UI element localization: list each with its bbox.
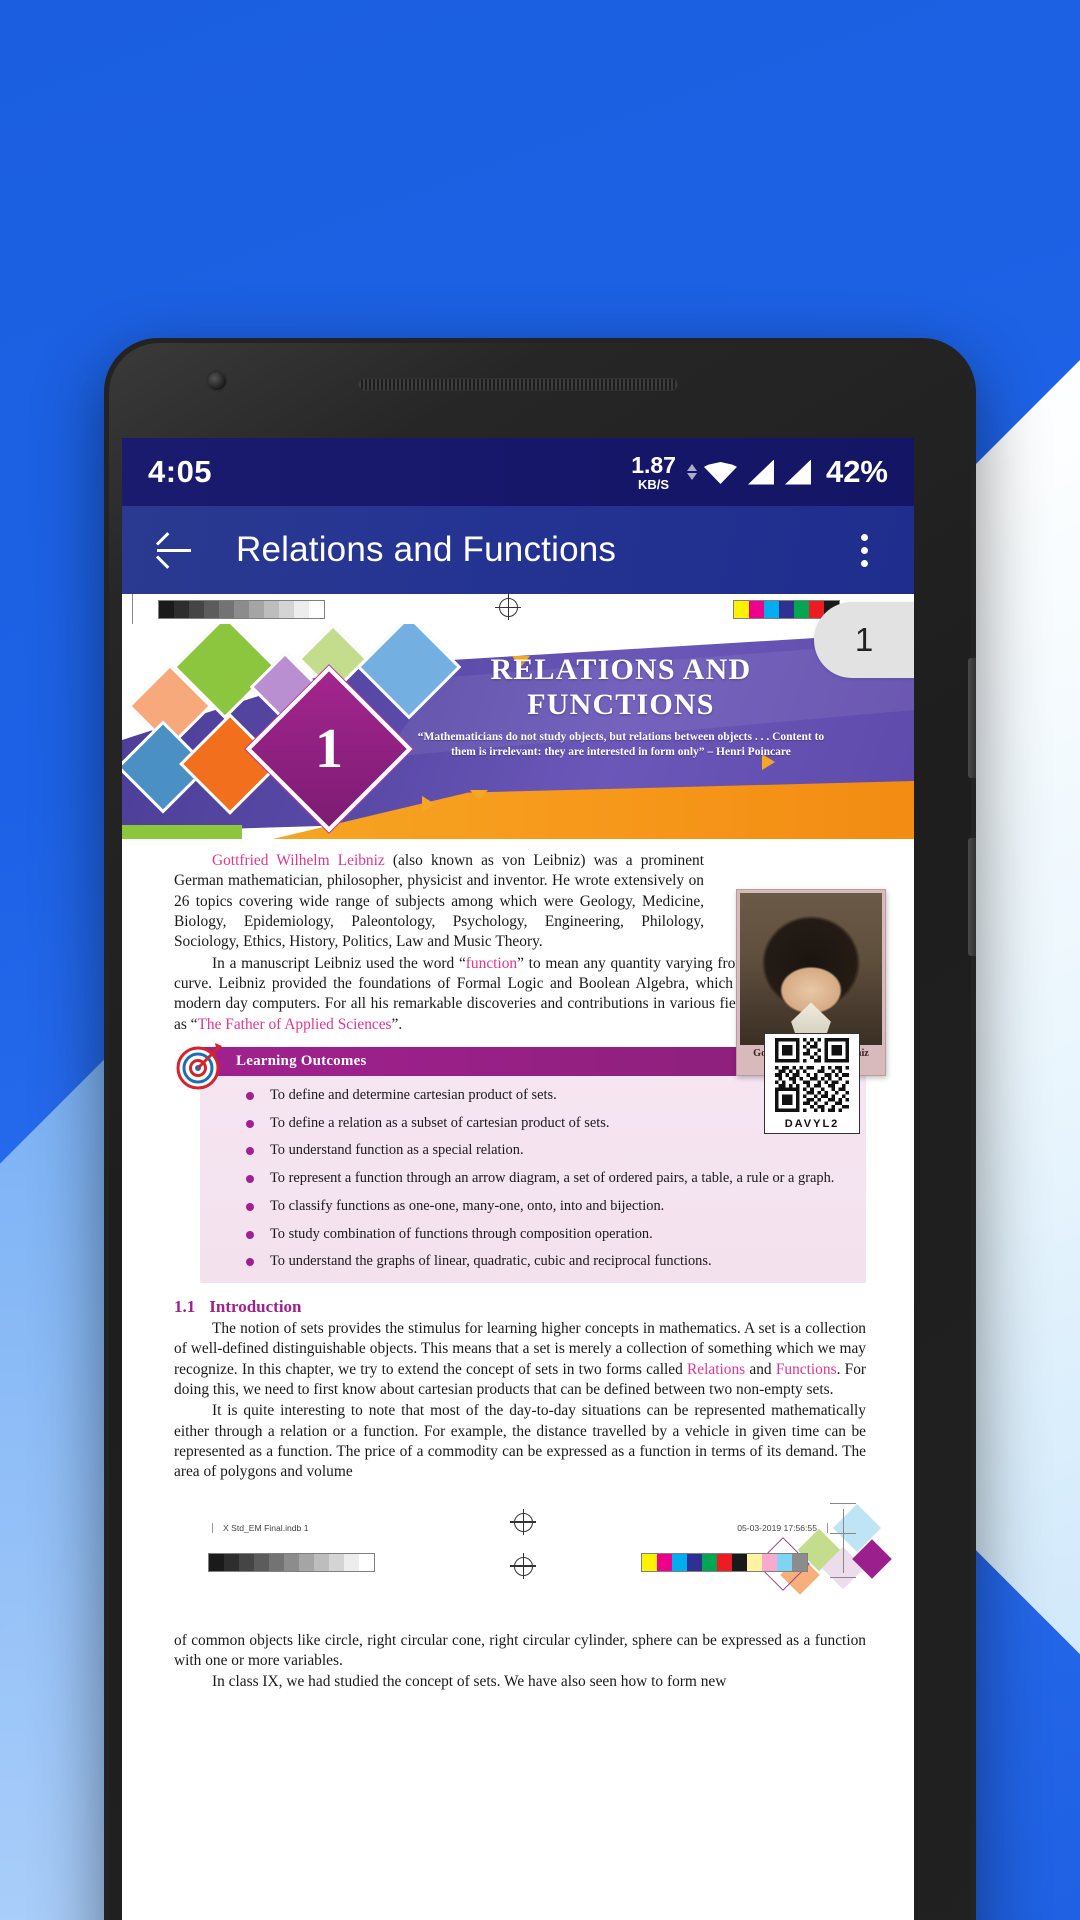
phone-screen: 4:05 1.87 KB/S 42% Relations and Functio… xyxy=(122,438,914,1920)
hero-title: RELATIONS AND FUNCTIONS xyxy=(415,652,827,723)
back-button[interactable] xyxy=(148,524,200,576)
print-registration-strip-bottom: X Std_EM Final.indb 1 05-03-2019 17:56:5… xyxy=(174,1499,866,1595)
page-body: Gottfried Wilhelm Leibniz (1646 – 1716) … xyxy=(122,839,914,1595)
list-item: To classify functions as one-one, many-o… xyxy=(242,1197,850,1216)
hero-title-line2: FUNCTIONS xyxy=(527,688,715,722)
back-arrow-icon xyxy=(157,548,191,552)
registration-mark-top xyxy=(495,594,521,620)
phone-mockup: 4:05 1.87 KB/S 42% Relations and Functio… xyxy=(104,338,976,1920)
crop-mark-left xyxy=(132,594,133,628)
grayscale-calibration-bar xyxy=(158,600,325,619)
list-item: To define and determine cartesian produc… xyxy=(242,1086,850,1105)
document-viewport[interactable]: 1 1 RELATIONS AND FUNCTIONS “Mathematici… xyxy=(122,594,914,1920)
section-number: 1.1 xyxy=(174,1296,196,1316)
target-icon xyxy=(176,1042,222,1090)
signal-bars-icon-2 xyxy=(784,459,811,485)
phone-bezel-top xyxy=(104,372,976,444)
intro-text-b: and xyxy=(745,1360,776,1378)
section-heading: 1.1 Introduction xyxy=(174,1297,866,1317)
list-item: To define a relation as a subset of cart… xyxy=(242,1114,850,1133)
hero-quote: “Mathematicians do not study objects, bu… xyxy=(417,730,825,758)
document-page-1: 1 RELATIONS AND FUNCTIONS “Mathematician… xyxy=(122,594,914,1595)
triangle-right-icon-2 xyxy=(422,796,435,812)
volume-button[interactable] xyxy=(968,838,976,956)
learning-outcomes-section: DAVYL2 Learning Outcomes To define and d… xyxy=(174,1032,866,1283)
crop-mark-right-vertical xyxy=(843,1508,844,1573)
list-item: To study combination of functions throug… xyxy=(242,1225,850,1244)
footer-timestamp: 05-03-2019 17:56:55 xyxy=(737,1522,828,1533)
color-calibration-bar-bottom xyxy=(641,1552,808,1572)
next-page-paragraph-1: of common objects like circle, right cir… xyxy=(174,1631,866,1669)
status-time: 4:05 xyxy=(148,454,213,489)
document-page-2: of common objects like circle, right cir… xyxy=(122,1631,914,1693)
front-camera-icon xyxy=(208,372,226,390)
manuscript-text-c: ”. xyxy=(391,1015,403,1033)
arrow-down-icon xyxy=(686,473,697,480)
page-indicator-badge: 1 xyxy=(814,602,914,678)
wifi-icon xyxy=(704,460,737,484)
qr-code-block[interactable]: DAVYL2 xyxy=(764,1032,860,1134)
paragraph-introduction-1: The notion of sets provides the stimulus… xyxy=(174,1319,866,1400)
crop-mark-right-3 xyxy=(830,1576,856,1578)
hero-title-line1: RELATIONS AND xyxy=(490,653,752,686)
arrow-up-icon xyxy=(686,464,697,471)
page-title: Relations and Functions xyxy=(236,530,617,569)
leibniz-name-highlight: Gottfried Wilhelm Leibniz xyxy=(212,852,385,869)
father-of-applied-sciences-highlight: The Father of Applied Sciences xyxy=(197,1015,392,1033)
relations-highlight: Relations xyxy=(687,1360,746,1378)
functions-highlight: Functions xyxy=(775,1360,837,1378)
network-speed-value: 1.87 xyxy=(631,451,676,478)
triangle-down-icon-2 xyxy=(470,790,488,801)
data-transfer-arrows-icon xyxy=(686,464,697,480)
battery-percent: 42% xyxy=(825,454,888,489)
list-item: To understand the graphs of linear, quad… xyxy=(242,1252,850,1271)
function-highlight: function xyxy=(465,954,518,972)
chapter-number: 1 xyxy=(315,718,343,780)
more-vertical-icon-dot-3 xyxy=(860,559,868,567)
more-vertical-icon-dot-2 xyxy=(860,546,868,554)
status-icons: 1.87 KB/S 42% xyxy=(631,451,888,492)
chapter-hero-banner: 1 RELATIONS AND FUNCTIONS “Mathematician… xyxy=(122,624,914,839)
print-registration-strip-top xyxy=(122,594,914,628)
overflow-menu-button[interactable] xyxy=(840,522,888,578)
paragraph-introduction-2: It is quite interesting to note that mos… xyxy=(174,1402,866,1481)
network-speed-indicator: 1.87 KB/S xyxy=(631,451,676,492)
qr-code-label: DAVYL2 xyxy=(784,1117,840,1130)
power-button[interactable] xyxy=(968,658,976,778)
next-page-paragraph-2: In class IX, we had studied the concept … xyxy=(212,1673,727,1691)
earpiece-speaker xyxy=(358,378,678,391)
qr-code-icon xyxy=(775,1037,849,1112)
list-item: To represent a function through an arrow… xyxy=(242,1169,850,1188)
network-speed-unit: KB/S xyxy=(638,476,670,492)
grayscale-calibration-bar-bottom xyxy=(208,1552,375,1572)
registration-mark-bottom-2 xyxy=(510,1552,536,1579)
manuscript-text-a: In a manuscript Leibniz used the word “ xyxy=(212,954,466,972)
hero-text-block: RELATIONS AND FUNCTIONS “Mathematicians … xyxy=(415,652,827,760)
list-item: To understand function as a special rela… xyxy=(242,1141,850,1160)
hero-green-bar xyxy=(122,825,242,839)
registration-mark-bottom-1 xyxy=(510,1508,536,1535)
more-vertical-icon-dot-1 xyxy=(860,533,868,541)
app-bar: Relations and Functions xyxy=(122,506,914,594)
section-title: Introduction xyxy=(209,1296,302,1316)
signal-bars-icon-1 xyxy=(747,459,774,485)
status-bar: 4:05 1.87 KB/S 42% xyxy=(122,438,914,506)
footer-filename: X Std_EM Final.indb 1 xyxy=(212,1522,309,1533)
crop-mark-right-1 xyxy=(830,1502,856,1504)
portrait-image xyxy=(740,893,882,1045)
